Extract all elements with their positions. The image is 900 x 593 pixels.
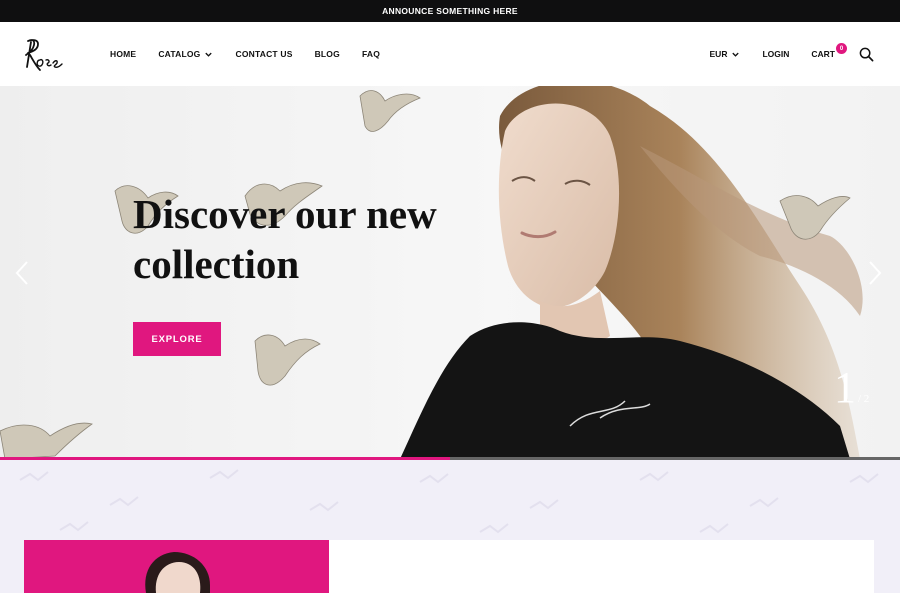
nav-blog[interactable]: BLOG [315,49,340,59]
chevron-right-icon[interactable] [867,260,883,286]
promo-content-card [329,540,874,593]
cart-count-badge: 0 [836,43,847,54]
slide-current: 1 [834,363,856,412]
nav-home-label: HOME [110,49,137,59]
logo[interactable] [22,33,76,75]
nav-faq[interactable]: FAQ [362,49,380,59]
model-portrait [145,552,210,593]
hero-slider: Discover our new collection EXPLORE 1/ 2 [0,86,900,459]
login-label: LOGIN [762,49,790,59]
chevron-left-icon[interactable] [14,260,30,286]
login-link[interactable]: LOGIN [762,49,789,59]
currency-selector[interactable]: EUR [710,49,741,59]
slide-total: / 2 [858,393,870,405]
nav-catalog[interactable]: CATALOG [158,49,213,59]
main-nav: HOME CATALOG CONTACT US BLOG FAQ [110,22,380,86]
nav-home[interactable]: HOME [110,49,136,59]
site-header: HOME CATALOG CONTACT US BLOG FAQ EUR LOG… [0,22,900,86]
search-icon[interactable] [859,47,874,62]
nav-contact-label: CONTACT US [235,49,293,59]
nav-contact-us[interactable]: CONTACT US [235,49,292,59]
cart-link[interactable]: CART 0 [811,43,847,59]
nav-faq-label: FAQ [361,49,381,59]
nav-blog-label: BLOG [314,49,340,59]
cart-label: CART [811,49,835,59]
featured-section [0,460,900,593]
chevron-down-icon [205,52,213,57]
header-utilities: EUR LOGIN CART 0 [710,22,874,86]
explore-button[interactable]: EXPLORE [133,322,221,356]
nav-catalog-label: CATALOG [158,49,201,59]
currency-label: EUR [709,49,728,59]
announcement-text: ANNOUNCE SOMETHING HERE [382,6,518,16]
hero-title: Discover our new collection [133,191,437,287]
promo-image-card[interactable] [24,540,329,593]
announcement-bar: ANNOUNCE SOMETHING HERE [0,0,900,22]
chevron-down-icon [732,52,740,57]
slide-counter: 1/ 2 [834,366,869,410]
